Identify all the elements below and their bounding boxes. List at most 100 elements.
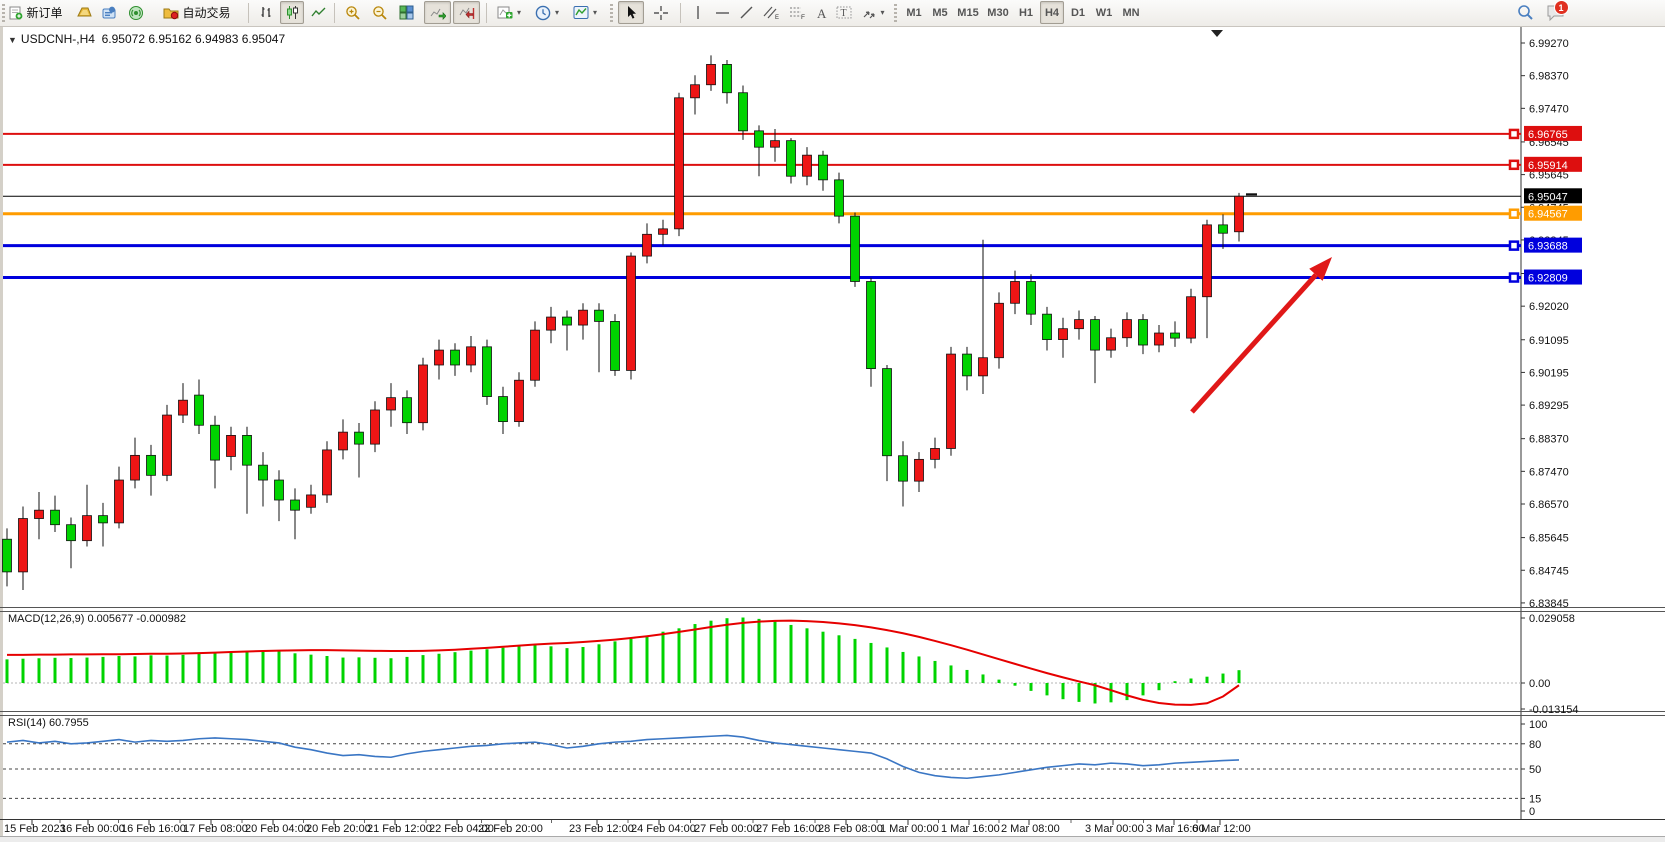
price-axis-tick: 6.89295	[1529, 400, 1569, 412]
price-axis-tick: 6.88370	[1529, 434, 1569, 446]
rsi-axis-tick: 100	[1529, 719, 1547, 731]
price-axis-tick: 6.99270	[1529, 38, 1569, 50]
time-axis-label: 22 Feb 20:00	[478, 823, 543, 835]
horizontal-line-button[interactable]	[711, 1, 733, 24]
toolbar-separator	[334, 3, 335, 23]
price-badge-label: 6.96765	[1528, 129, 1568, 141]
candle-body	[739, 93, 748, 131]
macd-axis-tick: 0.029058	[1529, 613, 1575, 625]
tab-timeframe-d1[interactable]: D1	[1066, 1, 1090, 24]
auto-scroll-button[interactable]	[424, 1, 451, 24]
toolbar-grip	[610, 4, 613, 22]
candlestick-chart-button[interactable]	[280, 1, 304, 24]
chat-button[interactable]: 1	[1540, 1, 1570, 24]
candle-body	[51, 510, 60, 525]
tab-timeframe-m1[interactable]: M1	[902, 1, 926, 24]
candle-body	[451, 350, 460, 365]
candle-body	[531, 330, 540, 380]
vertical-line-button[interactable]	[687, 1, 709, 24]
tab-timeframe-mn[interactable]: MN	[1118, 1, 1144, 24]
fibonacci-button[interactable]: F	[785, 1, 809, 24]
price-axis-tick: 6.86570	[1529, 499, 1569, 511]
tile-windows-button[interactable]	[394, 1, 419, 24]
time-axis-label: 28 Feb 08:00	[818, 823, 883, 835]
signals-button[interactable]	[124, 1, 148, 24]
time-axis-label: 1 Mar 00:00	[880, 823, 939, 835]
cursor-button[interactable]	[618, 1, 644, 24]
candle-body	[467, 347, 476, 365]
arrows-icon	[861, 5, 876, 20]
channel-button[interactable]: E	[759, 1, 783, 24]
rsi-indicator-label: RSI(14) 60.7955	[8, 717, 89, 729]
zoom-out-button[interactable]	[367, 1, 392, 24]
bar-chart-button[interactable]	[254, 1, 278, 24]
tab-timeframe-m15[interactable]: M15	[954, 1, 982, 24]
tab-timeframe-m30[interactable]: M30	[984, 1, 1012, 24]
text-icon: A	[815, 6, 828, 20]
candle-body	[579, 310, 588, 325]
candle-body	[947, 354, 956, 448]
chevron-down-icon: ▾	[517, 8, 521, 17]
templates-button[interactable]: ▾	[568, 1, 602, 24]
candle-body	[1059, 329, 1068, 340]
candle-body	[275, 480, 284, 500]
candle-body	[627, 256, 636, 370]
candle-body	[979, 358, 988, 376]
market-watch-button[interactable]	[72, 1, 96, 24]
crosshair-button[interactable]	[648, 1, 674, 24]
time-axis-label: 27 Feb 16:00	[756, 823, 821, 835]
macd-axis-tick: 0.00	[1529, 678, 1550, 690]
auto-scroll-icon	[430, 6, 446, 20]
time-axis-label: 1 Mar 16:00	[941, 823, 1000, 835]
candle-body	[835, 180, 844, 216]
candlestick-icon	[285, 5, 300, 20]
candle-body	[403, 398, 412, 423]
candle-body	[1011, 281, 1020, 303]
time-axis-label: 16 Feb 16:00	[121, 823, 186, 835]
candle-body	[803, 155, 812, 176]
new-order-button[interactable]: 新订单	[5, 1, 67, 24]
candle-body	[387, 398, 396, 410]
forming-candle-tick	[1246, 193, 1257, 195]
candle-body	[995, 303, 1004, 357]
chart-shift-icon	[459, 6, 475, 20]
chevron-down-icon: ▾	[880, 8, 884, 17]
candle-body	[291, 500, 300, 510]
candle-body	[1123, 320, 1132, 338]
navigator-button[interactable]	[98, 1, 122, 24]
text-button[interactable]: A	[811, 1, 831, 24]
tab-timeframe-m5[interactable]: M5	[928, 1, 952, 24]
price-badge-label: 6.95914	[1528, 160, 1568, 172]
symbol-period-label: USDCNH-,H4	[21, 32, 95, 46]
signals-icon	[128, 5, 144, 21]
indicators-button[interactable]: ▾	[492, 1, 526, 24]
periods-button[interactable]: ▾	[530, 1, 564, 24]
chart-canvas[interactable]: 6.992706.983706.974706.965456.956456.947…	[0, 0, 1665, 842]
price-axis-tick: 6.98370	[1529, 71, 1569, 83]
candle-body	[915, 459, 924, 481]
text-label-icon: T	[836, 5, 852, 20]
zoom-out-icon	[372, 5, 388, 21]
candle-body	[787, 141, 796, 177]
candle-body	[659, 229, 668, 234]
candle-body	[851, 216, 860, 281]
candle-body	[707, 64, 716, 84]
chart-shift-button[interactable]	[453, 1, 480, 24]
autotrading-button[interactable]: 自动交易	[152, 1, 242, 24]
candle-body	[355, 432, 364, 444]
tab-timeframe-h4[interactable]: H4	[1040, 1, 1064, 24]
text-label-button[interactable]: T	[833, 1, 855, 24]
line-chart-button[interactable]	[306, 1, 330, 24]
candle-body	[595, 310, 604, 321]
tab-timeframe-h1[interactable]: H1	[1014, 1, 1038, 24]
price-axis-tick: 6.90195	[1529, 367, 1569, 379]
candle-body	[115, 480, 124, 523]
candle-body	[371, 410, 380, 444]
trendline-button[interactable]	[735, 1, 757, 24]
search-button[interactable]	[1512, 1, 1538, 24]
arrows-button[interactable]: ▾	[857, 1, 889, 24]
zoom-in-button[interactable]	[340, 1, 365, 24]
candle-body	[83, 516, 92, 541]
collapse-caret-icon[interactable]: ▼	[8, 35, 17, 45]
tab-timeframe-w1[interactable]: W1	[1092, 1, 1116, 24]
